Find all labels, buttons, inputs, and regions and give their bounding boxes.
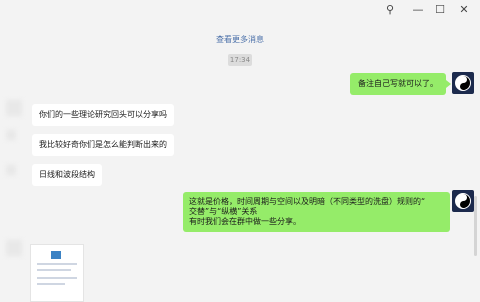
my-avatar[interactable] bbox=[452, 190, 474, 212]
message-bubble-outgoing[interactable]: 这就是价格，时间周期与空间以及明暗（不同类型的洗盘）规则的“ 交替”与“纵横”关… bbox=[183, 192, 450, 232]
message-bubble-outgoing[interactable]: 备注自己写就可以了。 bbox=[350, 73, 446, 95]
message-line: 交替”与“纵横”关系 bbox=[189, 207, 258, 216]
contact-avatar[interactable] bbox=[6, 100, 22, 116]
bubble-tail bbox=[444, 198, 449, 206]
contact-avatar[interactable] bbox=[6, 130, 16, 140]
message-line: 有时我们会在群中做一些分享。 bbox=[189, 217, 301, 226]
thumbnail-text-line bbox=[37, 269, 71, 271]
yin-yang-icon bbox=[455, 75, 471, 91]
timestamp-chip: 17:34 bbox=[228, 54, 252, 66]
image-message-thumbnail[interactable] bbox=[30, 244, 84, 302]
thumbnail-text-line bbox=[37, 263, 77, 265]
title-bar: ⚲ — ☐ ✕ bbox=[0, 0, 480, 22]
chat-scrollbar[interactable] bbox=[474, 196, 477, 256]
message-bubble-incoming[interactable]: 日线和波段结构 bbox=[32, 164, 102, 186]
pin-icon[interactable]: ⚲ bbox=[382, 2, 398, 18]
bubble-tail bbox=[446, 80, 451, 88]
contact-avatar[interactable] bbox=[6, 165, 16, 175]
thumbnail-logo bbox=[51, 251, 61, 259]
message-line: 这就是价格，时间周期与空间以及明暗（不同类型的洗盘）规则的“ bbox=[189, 197, 426, 206]
thumbnail-text-line bbox=[37, 283, 65, 285]
view-more-messages-link[interactable]: 查看更多消息 bbox=[0, 34, 480, 45]
my-avatar[interactable] bbox=[452, 72, 474, 94]
thumbnail-text-line bbox=[37, 277, 77, 279]
minimize-icon[interactable]: — bbox=[410, 2, 426, 18]
message-bubble-incoming[interactable]: 你们的一些理论研究回头可以分享吗 bbox=[32, 104, 174, 126]
close-icon[interactable]: ✕ bbox=[456, 2, 472, 18]
message-bubble-incoming[interactable]: 我比较好奇你们是怎么能判断出来的 bbox=[32, 134, 174, 156]
maximize-icon[interactable]: ☐ bbox=[432, 2, 448, 18]
contact-avatar[interactable] bbox=[6, 240, 22, 256]
yin-yang-icon bbox=[455, 193, 471, 209]
